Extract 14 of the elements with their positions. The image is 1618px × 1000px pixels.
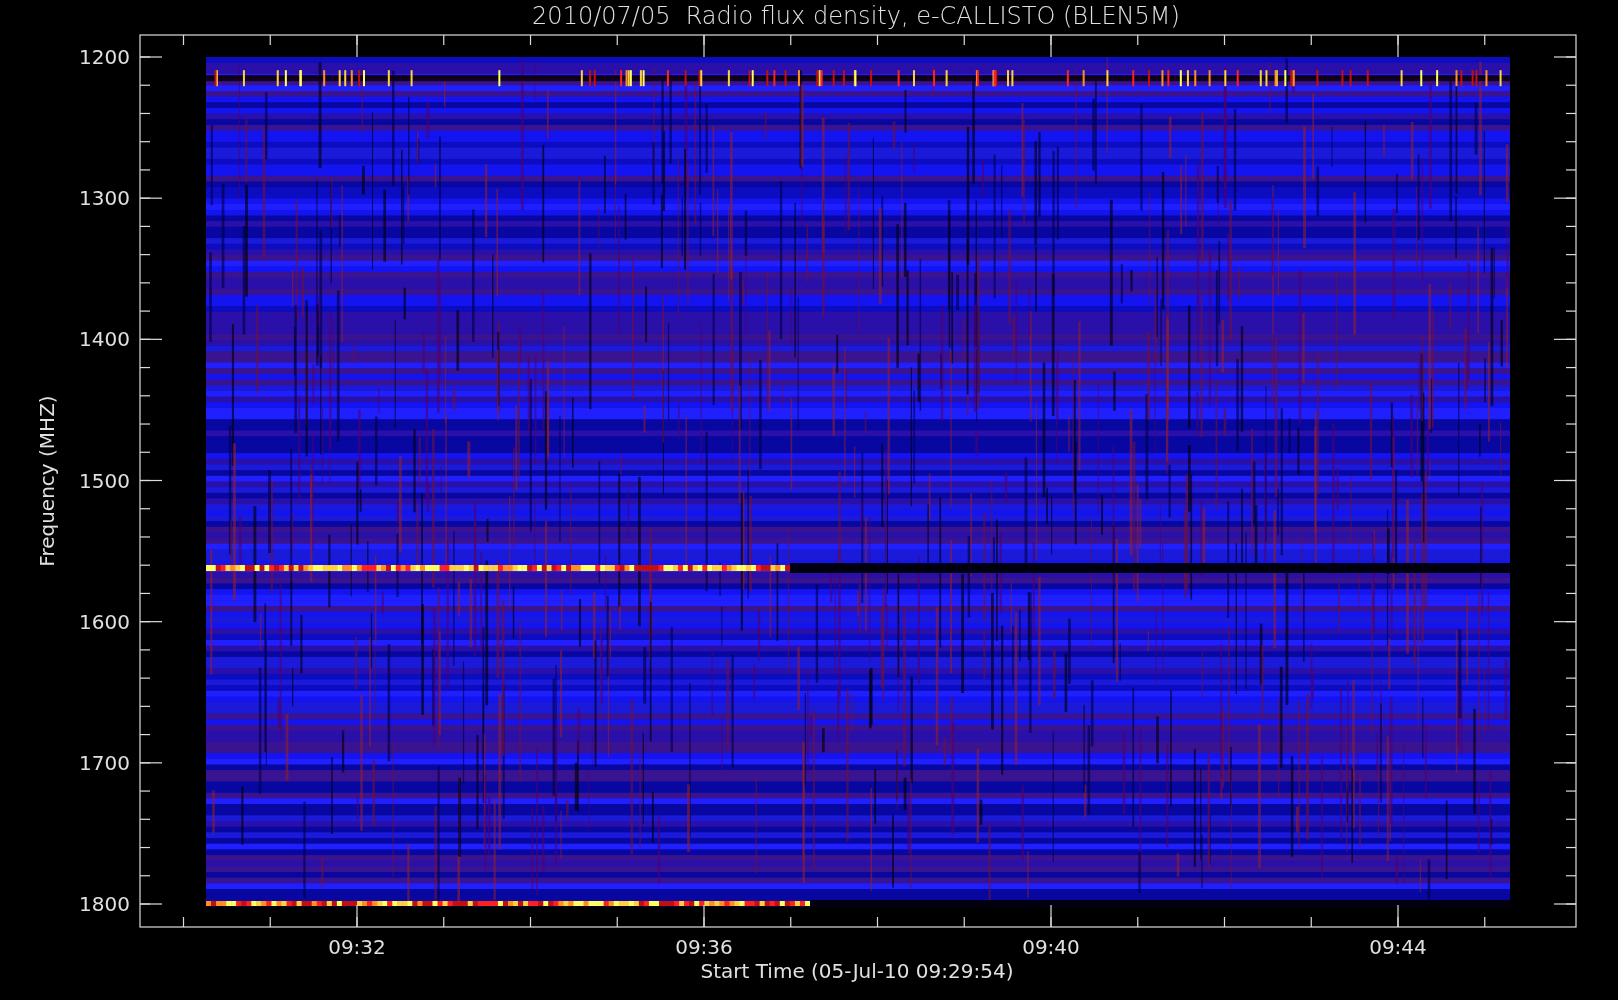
tick-label: 1600: [79, 609, 130, 634]
axis-label: Frequency (MHZ): [35, 395, 59, 567]
tick-label: 1400: [79, 327, 130, 352]
tick-label: 1800: [79, 892, 130, 916]
axis-label: Start Time (05-Jul-10 09:29:54): [700, 959, 1014, 983]
tick-label: 1200: [79, 45, 130, 69]
tick-label: 09:40: [1022, 935, 1080, 959]
tick-label: 1300: [79, 186, 130, 211]
chart-title: 2010/07/05 Radio flux density, e-CALLISTO (BLEN5M): [532, 2, 1180, 30]
tick-label: 09:32: [328, 935, 386, 959]
tick-label: 09:44: [1369, 935, 1427, 959]
tick-label: 1700: [79, 750, 130, 775]
tick-label: 09:36: [675, 935, 733, 959]
tick-label: 1500: [79, 468, 130, 493]
